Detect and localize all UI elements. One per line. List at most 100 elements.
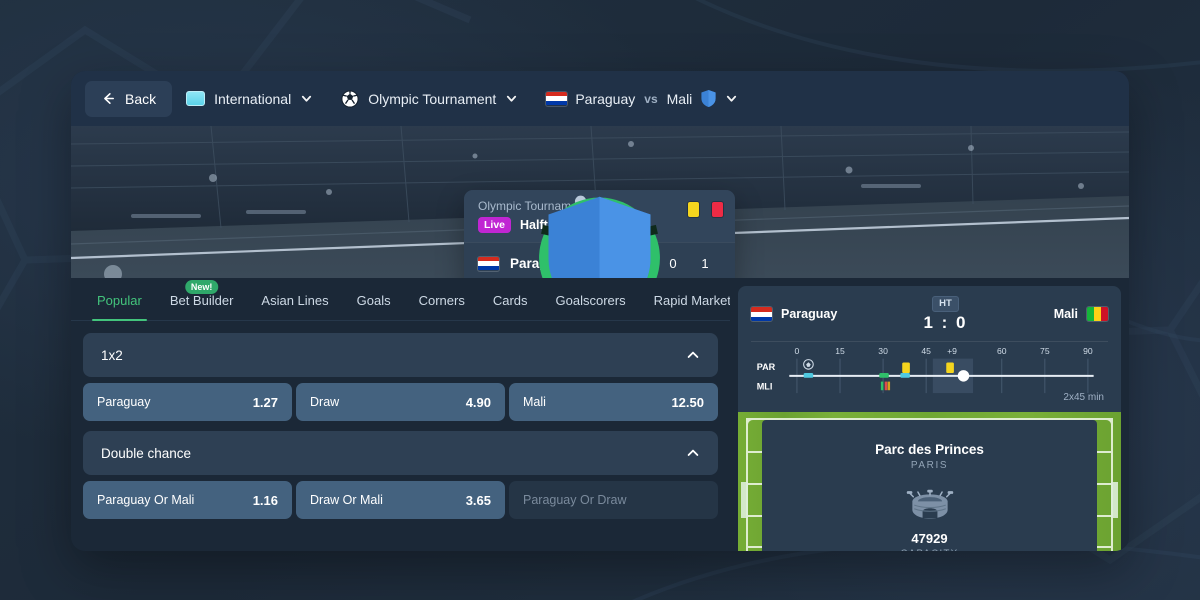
match-info-column: Paraguay HT 1 : 0 Mali 0 15 30 45 +9 60 … <box>730 278 1129 551</box>
event-marker-par-yellow-1 <box>902 361 910 373</box>
timeline-row-label-mli: MLI <box>757 381 773 391</box>
ball-position-marker <box>957 369 970 382</box>
screen-root: Back International Olympic Tournament Pa… <box>0 0 1200 600</box>
tab-bet-builder-label: Bet Builder <box>169 293 234 308</box>
tab-asian-lines[interactable]: Asian Lines <box>247 293 342 320</box>
nav-match-away-label: Mali <box>666 90 693 107</box>
nav-competition-label: Olympic Tournament <box>368 90 497 107</box>
outcome-dc-home-or-away[interactable]: Paraguay Or Mali 1.16 <box>83 481 292 519</box>
tick-75: 75 <box>1040 345 1050 355</box>
scoreboard-away-name: Mali <box>1053 307 1078 322</box>
outcome-dc-home-or-away-odds: 1.16 <box>252 492 278 508</box>
venue-capacity-label: CAPACITY <box>900 548 958 552</box>
tab-popular[interactable]: Popular <box>83 293 156 321</box>
outcome-1x2-home-odds: 1.27 <box>252 394 278 410</box>
match-duration-label: 2x45 min <box>1063 391 1104 403</box>
chevron-up-icon[interactable] <box>686 446 700 460</box>
outcome-1x2-home[interactable]: Paraguay 1.27 <box>83 383 292 421</box>
scoreboard-home-name: Paraguay <box>781 307 838 322</box>
tab-asian-lines-label: Asian Lines <box>261 293 329 308</box>
market-1x2: 1x2 Paraguay 1.27 Draw 4.90 Mali 12.50 <box>83 333 718 421</box>
outcome-1x2-draw-odds: 4.90 <box>465 394 491 410</box>
back-button[interactable]: Back <box>85 80 173 117</box>
outcome-dc-draw-or-away[interactable]: Draw Or Mali 3.65 <box>296 481 505 519</box>
tab-goalscorers[interactable]: Goalscorers <box>542 293 640 320</box>
scoreboard-teams-row: Paraguay HT 1 : 0 Mali <box>751 293 1108 333</box>
soccer-ball-icon <box>341 89 359 108</box>
tick-15: 15 <box>835 345 845 355</box>
market-double-chance-header[interactable]: Double chance <box>83 431 718 475</box>
paraguay-flag-icon <box>546 91 568 106</box>
venue-city: PARIS <box>910 459 949 471</box>
market-double-chance-outcomes: Paraguay Or Mali 1.16 Draw Or Mali 3.65 … <box>83 481 718 519</box>
tick-plus9: +9 <box>947 345 957 355</box>
chevron-down-icon <box>302 95 312 102</box>
shield-icon <box>701 90 716 107</box>
venue-capacity-value: 47929 <box>911 530 948 546</box>
top-navigation-bar: Back International Olympic Tournament Pa… <box>71 71 1129 126</box>
scoreboard-panel: Paraguay HT 1 : 0 Mali 0 15 30 45 +9 60 … <box>738 286 1121 412</box>
chevron-down-icon <box>507 95 517 102</box>
outcome-dc-home-or-away-label: Paraguay Or Mali <box>97 493 195 507</box>
tab-popular-label: Popular <box>97 293 142 308</box>
scoreboard-score-block: HT 1 : 0 <box>923 293 967 333</box>
tab-cards[interactable]: Cards <box>479 293 542 320</box>
back-button-label: Back <box>125 90 157 107</box>
tab-goals[interactable]: Goals <box>343 293 405 320</box>
scoreboard-score: 1 : 0 <box>923 312 968 332</box>
stadium-hero-banner: Olympic Tournament Live Halftime 0 1 <box>71 126 1129 278</box>
chevron-up-icon[interactable] <box>686 348 700 362</box>
outcome-1x2-away-odds: 12.50 <box>671 394 704 410</box>
period-chip: HT <box>932 295 959 312</box>
market-1x2-header[interactable]: 1x2 <box>83 333 718 377</box>
scoreboard-home-team: Paraguay <box>751 307 837 321</box>
outcome-dc-home-or-draw-label: Paraguay Or Draw <box>523 493 627 507</box>
nav-category-international[interactable]: International <box>172 81 327 117</box>
tick-45: 45 <box>921 345 931 355</box>
event-marker-par-goal <box>803 372 814 378</box>
live-match-card[interactable]: Olympic Tournament Live Halftime 0 1 <box>464 190 735 278</box>
venue-pitch-panel: Parc des Princes PARIS 47929 <box>738 411 1121 552</box>
market-double-chance-title: Double chance <box>101 445 192 461</box>
match-timeline[interactable]: 0 15 30 45 +9 60 75 90 PAR MLI 2x45 min <box>751 342 1108 404</box>
paraguay-flag-icon <box>751 307 772 322</box>
match-timeline-graphic: 0 15 30 45 +9 60 75 90 PAR MLI <box>757 345 1094 393</box>
event-marker-mli-sub <box>879 372 889 378</box>
tick-30: 30 <box>878 345 888 355</box>
tick-60: 60 <box>997 345 1007 355</box>
nav-competition-olympic-tournament[interactable]: Olympic Tournament <box>327 81 532 117</box>
app-window: Back International Olympic Tournament Pa… <box>71 71 1129 551</box>
tick-0: 0 <box>795 345 800 355</box>
venue-info-card: Parc des Princes PARIS 47929 <box>762 419 1097 552</box>
mali-flag-icon <box>1087 307 1108 322</box>
chevron-down-icon <box>727 95 737 102</box>
market-tabs: Popular New! Bet Builder Asian Lines Goa… <box>71 278 737 321</box>
scoreboard-away-team: Mali <box>1053 307 1108 322</box>
tab-corners-label: Corners <box>418 293 465 308</box>
outcome-1x2-draw[interactable]: Draw 4.90 <box>296 383 505 421</box>
outcome-1x2-away[interactable]: Mali 12.50 <box>509 383 718 421</box>
flag-square-icon <box>186 91 206 106</box>
tab-rapid-markets-label: Rapid Markets <box>653 293 738 308</box>
timeline-row-label-par: PAR <box>757 362 776 372</box>
tab-bet-builder[interactable]: New! Bet Builder <box>156 280 248 320</box>
tab-corners[interactable]: Corners <box>405 293 479 320</box>
venue-name: Parc des Princes <box>875 441 984 457</box>
event-marker-par-yellow-2 <box>946 361 954 373</box>
markets-column: Popular New! Bet Builder Asian Lines Goa… <box>71 278 737 551</box>
tab-new-badge: New! <box>184 280 219 294</box>
content-area: Popular New! Bet Builder Asian Lines Goa… <box>71 278 1129 551</box>
outcome-dc-draw-or-away-label: Draw Or Mali <box>310 493 383 507</box>
market-double-chance: Double chance Paraguay Or Mali 1.16 Draw… <box>83 431 718 519</box>
tab-goals-label: Goals <box>356 293 391 308</box>
tab-goalscorers-label: Goalscorers <box>555 293 626 308</box>
tab-cards-label: Cards <box>492 293 528 308</box>
nav-match-selector[interactable]: Paraguay vs Mali <box>532 81 752 117</box>
nav-category-label: International <box>214 90 292 107</box>
nav-match-home-label: Paraguay <box>575 90 636 107</box>
markets-list: 1x2 Paraguay 1.27 Draw 4.90 Mali 12.50 D… <box>71 321 730 519</box>
outcome-dc-home-or-draw: Paraguay Or Draw <box>509 481 718 519</box>
outcome-1x2-draw-label: Draw <box>310 395 340 409</box>
stadium-icon <box>906 489 953 519</box>
outcome-1x2-home-label: Paraguay <box>97 395 151 409</box>
